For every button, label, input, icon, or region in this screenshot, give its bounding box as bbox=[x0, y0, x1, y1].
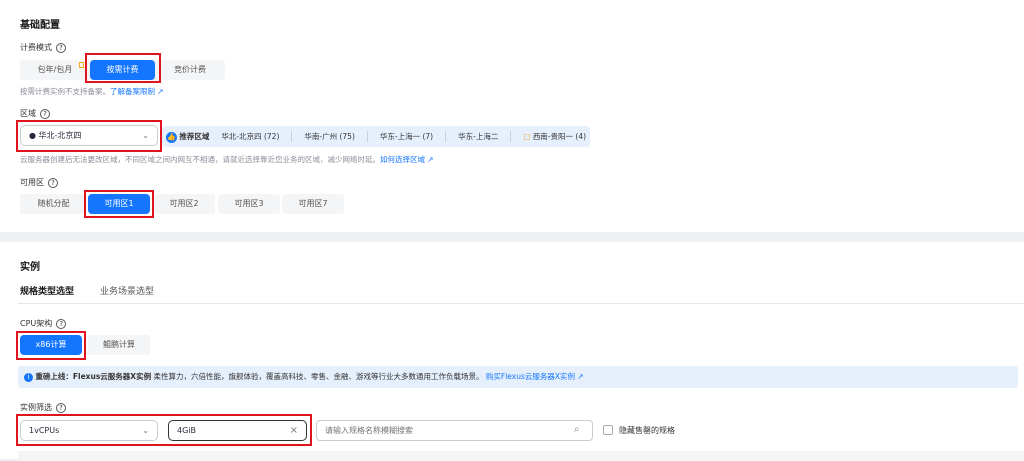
instance-card: 实例 规格类型选型 业务场景选型 CPU架构? x86计算 鲲鹏计算 i 重磅上… bbox=[0, 242, 1024, 461]
gift-icon bbox=[79, 62, 84, 68]
region-option[interactable]: 华北-北京四 (72) bbox=[221, 131, 279, 142]
info-banner: i 重磅上线：Flexus云服务器X实例 柔性算力，六倍性能，旗舰体验，覆盖高科… bbox=[18, 366, 1018, 388]
info-icon: i bbox=[24, 373, 33, 382]
help-icon[interactable]: ? bbox=[56, 42, 66, 53]
hide-soldout-checkbox[interactable] bbox=[603, 425, 613, 435]
billing-spot[interactable]: 竞价计费 bbox=[155, 60, 225, 80]
recommended-regions-bar: 👍 推荐区域 华北-北京四 (72) 华南-广州 (75) 华东-上海一 (7)… bbox=[162, 126, 590, 147]
az-random[interactable]: 随机分配 bbox=[20, 194, 87, 214]
az-3[interactable]: 可用区3 bbox=[218, 194, 280, 214]
recommend-group: 👍 推荐区域 bbox=[166, 131, 209, 143]
basic-config-card: 基础配置 计费模式? 包年/包月 按需计费 竞价计费 按需计费实例不支持备案。了… bbox=[0, 0, 1024, 232]
label-text: 区域 bbox=[20, 109, 36, 118]
search-icon[interactable]: ⌕ bbox=[574, 424, 580, 435]
region-option[interactable]: 华东-上海一 (7) bbox=[366, 131, 433, 142]
region-option-label: 西南-贵阳一 (4) bbox=[532, 132, 587, 141]
highlight-box bbox=[16, 414, 312, 446]
section-title: 实例 bbox=[20, 262, 40, 273]
note-text: 按需计费实例不支持备案。 bbox=[20, 87, 110, 96]
tab-business-scene[interactable]: 业务场景选型 bbox=[100, 284, 154, 297]
region-label: 区域? bbox=[20, 108, 50, 119]
section-title: 基础配置 bbox=[20, 20, 60, 31]
note-text: 云服务器创建后无法更改区域，不同区域之间内网互不相通，请就近选择靠近您业务的区域… bbox=[20, 155, 380, 164]
region-option-guiyang[interactable]: ▢ 西南-贵阳一 (4) bbox=[510, 131, 586, 142]
label-text: 计费模式 bbox=[20, 43, 52, 52]
highlight-box bbox=[16, 331, 86, 360]
tabs-divider bbox=[18, 303, 1024, 304]
gift-icon: ▢ bbox=[523, 132, 531, 141]
az-label: 可用区? bbox=[20, 177, 58, 188]
cpu-label: CPU架构? bbox=[20, 318, 67, 329]
external-link-icon[interactable]: ↗ bbox=[577, 372, 583, 381]
external-link-icon[interactable]: ↗ bbox=[157, 87, 163, 96]
label-text: CPU架构 bbox=[20, 319, 53, 328]
info-bold: 重磅上线：Flexus云服务器X实例 bbox=[35, 372, 152, 381]
label-text: 实例筛选 bbox=[20, 403, 52, 412]
billing-label: 计费模式? bbox=[20, 42, 66, 53]
highlight-box bbox=[16, 120, 162, 152]
info-text: 柔性算力，六倍性能，旗舰体验，覆盖高科技、零售、金融、游戏等行业大多数通用工作负… bbox=[151, 372, 484, 381]
help-icon[interactable]: ? bbox=[56, 402, 66, 413]
help-icon[interactable]: ? bbox=[56, 318, 67, 329]
cpu-kunpeng[interactable]: 鲲鹏计算 bbox=[88, 335, 150, 355]
region-option[interactable]: 华东-上海二 bbox=[445, 131, 498, 142]
tab-spec-type[interactable]: 规格类型选型 bbox=[20, 284, 74, 297]
help-icon[interactable]: ? bbox=[40, 108, 50, 119]
label-text: 可用区 bbox=[20, 178, 44, 187]
thumbs-up-icon: 👍 bbox=[166, 131, 177, 143]
choose-region-link[interactable]: 如何选择区域 bbox=[380, 155, 425, 164]
billing-note: 按需计费实例不支持备案。了解备案限制 ↗ bbox=[20, 86, 164, 97]
highlight-box bbox=[85, 53, 161, 83]
az-2[interactable]: 可用区2 bbox=[153, 194, 215, 214]
recommend-label: 推荐区域 bbox=[179, 131, 210, 141]
az-7[interactable]: 可用区7 bbox=[282, 194, 344, 214]
table-header-strip bbox=[18, 451, 1024, 461]
highlight-box bbox=[84, 190, 154, 218]
external-link-icon[interactable]: ↗ bbox=[427, 155, 433, 164]
filing-limit-link[interactable]: 了解备案限制 bbox=[110, 87, 155, 96]
region-option[interactable]: 华南-广州 (75) bbox=[291, 131, 355, 142]
buy-flexus-link[interactable]: 购买Flexus云服务器X实例 bbox=[486, 372, 575, 381]
help-icon[interactable]: ? bbox=[48, 177, 58, 188]
filter-label: 实例筛选? bbox=[20, 402, 66, 413]
region-note: 云服务器创建后无法更改区域，不同区域之间内网互不相通，请就近选择靠近您业务的区域… bbox=[20, 154, 434, 165]
hide-soldout-label[interactable]: 隐藏售罄的规格 bbox=[619, 425, 675, 436]
spec-search-input[interactable] bbox=[316, 420, 593, 441]
